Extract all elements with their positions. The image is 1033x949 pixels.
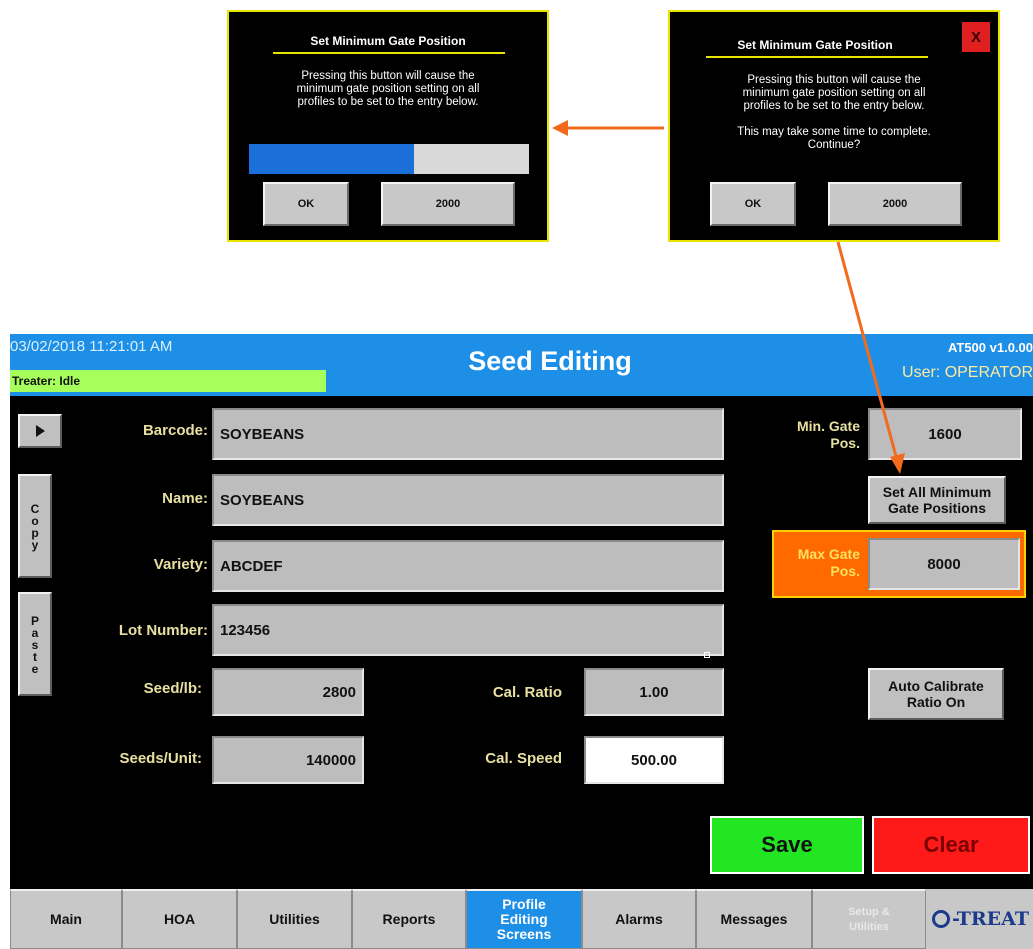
lot-number-label: Lot Number: [118, 622, 208, 639]
max-gate-label: Max Gate Pos. [797, 546, 860, 579]
seeds-unit-label: Seeds/Unit: [119, 750, 202, 767]
dialog-confirm: Set Minimum Gate Position X Pressing thi… [668, 10, 1000, 242]
version-label: AT500 v1.0.00 [947, 340, 1033, 355]
tab-setup-utilities: Setup & Utilities [812, 889, 926, 949]
min-gate-label: Min. Gate Pos. [796, 418, 860, 451]
seed-lb-field[interactable]: 2800 [212, 668, 364, 716]
copy-label: Copy [28, 502, 42, 550]
cal-ratio-field[interactable]: 1.00 [584, 668, 724, 716]
auto-calibrate-button[interactable]: Auto Calibrate Ratio On [868, 668, 1004, 720]
paste-button[interactable]: Paste [18, 592, 52, 696]
set-all-min-gate-button[interactable]: Set All Minimum Gate Positions [868, 476, 1006, 524]
dialog-title: Set Minimum Gate Position [310, 34, 466, 48]
lot-number-field[interactable]: 123456 [212, 604, 724, 656]
cal-speed-label: Cal. Speed [485, 750, 562, 767]
name-field[interactable]: SOYBEANS [212, 474, 724, 526]
save-button[interactable]: Save [710, 816, 864, 874]
tab-alarms[interactable]: Alarms [582, 889, 696, 949]
ok-button[interactable]: OK [710, 182, 796, 226]
seed-lb-label: Seed/lb: [143, 680, 202, 697]
value-button[interactable]: 2000 [828, 182, 962, 226]
title-rule [706, 56, 928, 58]
max-gate-field[interactable]: 8000 [868, 538, 1020, 590]
barcode-field[interactable]: SOYBEANS [212, 408, 724, 460]
barcode-label: Barcode: [142, 422, 208, 439]
brand-logo: -TREAT [926, 889, 1033, 949]
seeds-unit-field[interactable]: 140000 [212, 736, 364, 784]
user-label: User: OPERATOR [902, 364, 1033, 381]
cal-speed-field[interactable]: 500.00 [584, 736, 724, 784]
resize-handle[interactable] [704, 652, 710, 658]
tab-utilities[interactable]: Utilities [237, 889, 352, 949]
title-rule [273, 52, 505, 54]
tab-reports[interactable]: Reports [352, 889, 466, 949]
dialog-progress: Set Minimum Gate Position Pressing this … [227, 10, 549, 242]
progress-bar [249, 144, 529, 174]
cal-ratio-label: Cal. Ratio [492, 684, 562, 701]
clear-button[interactable]: Clear [872, 816, 1030, 874]
play-icon [35, 425, 45, 437]
seed-editing-screen: 03/02/2018 11:21:01 AM Seed Editing AT50… [10, 334, 1033, 949]
arrowhead-left [552, 120, 568, 136]
save-label: Save [761, 832, 813, 857]
clear-label: Clear [923, 832, 979, 857]
logo-text: -TREAT [952, 908, 1029, 930]
min-gate-field[interactable]: 1600 [868, 408, 1022, 460]
variety-label: Variety: [153, 556, 208, 573]
tab-main[interactable]: Main [10, 889, 122, 949]
dialog-message: Pressing this button will cause the mini… [737, 74, 931, 151]
value-button[interactable]: 2000 [381, 182, 515, 226]
tab-profile-editing-screens[interactable]: Profile Editing Screens [466, 889, 582, 949]
page-title: Seed Editing [468, 346, 632, 376]
tab-hoa[interactable]: HOA [122, 889, 237, 949]
ok-button[interactable]: OK [263, 182, 349, 226]
logo-mark-icon [932, 910, 950, 928]
status-badge: Treater: Idle [10, 370, 326, 392]
name-label: Name: [162, 490, 208, 507]
datetime: 03/02/2018 11:21:01 AM [10, 338, 173, 355]
tab-messages[interactable]: Messages [696, 889, 812, 949]
close-button[interactable]: X [962, 22, 990, 52]
variety-field[interactable]: ABCDEF [212, 540, 724, 592]
dialog-title: Set Minimum Gate Position [737, 38, 893, 52]
paste-label: Paste [28, 614, 42, 674]
copy-button[interactable]: Copy [18, 474, 52, 578]
dialog-message: Pressing this button will cause the mini… [296, 70, 480, 108]
progress-fill [249, 144, 415, 174]
tab-bar: Main HOA Utilities Reports Profile Editi… [10, 889, 1033, 949]
